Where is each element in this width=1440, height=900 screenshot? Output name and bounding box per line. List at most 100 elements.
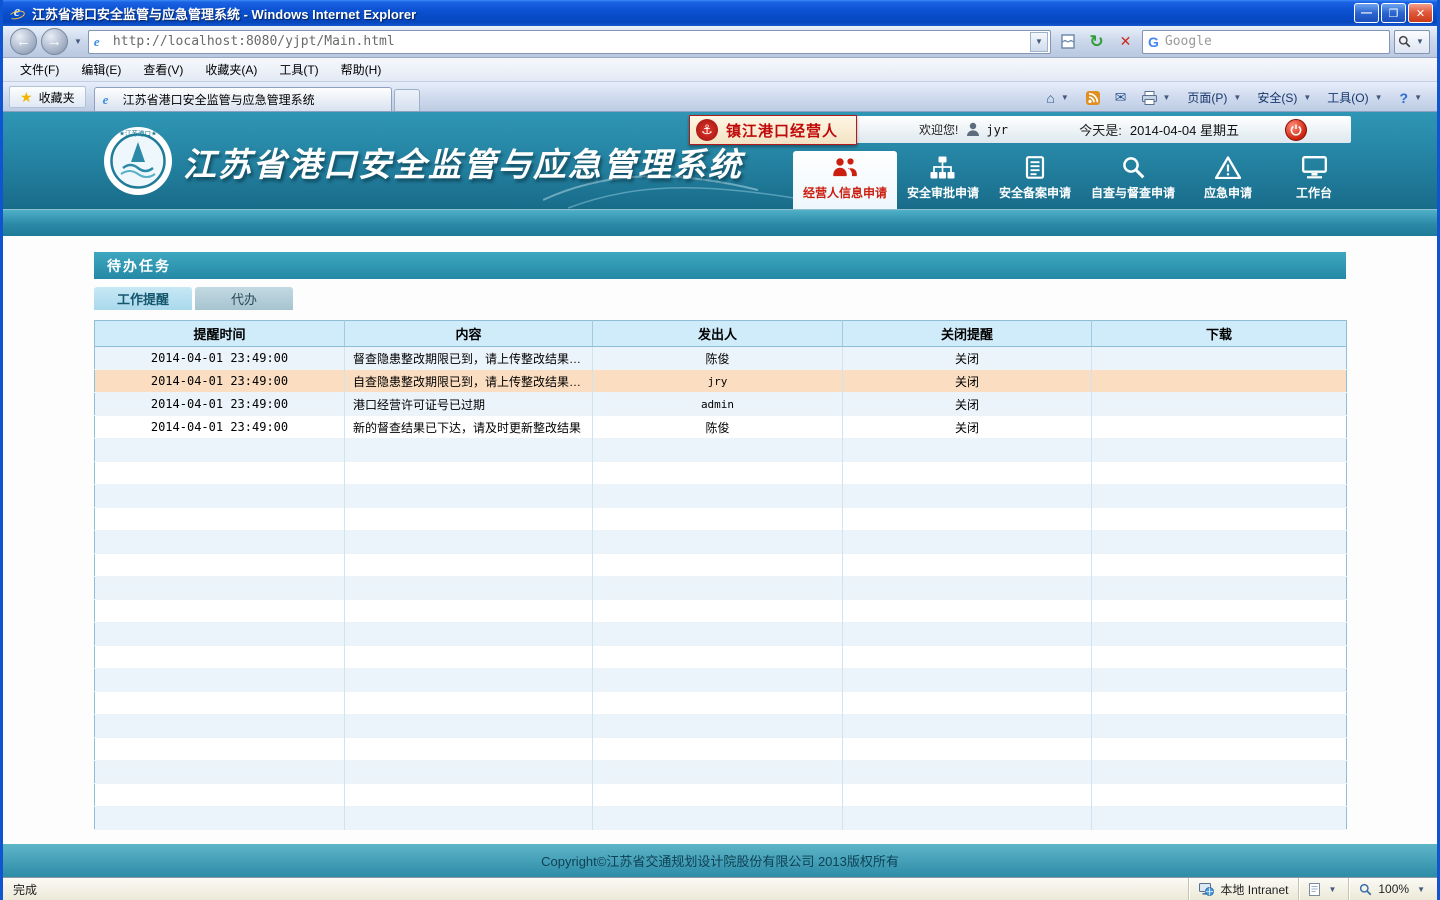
empty-cell: [843, 577, 1092, 600]
cell-content: 督查隐患整改期限已到，请上传整改结果…: [345, 347, 593, 370]
empty-cell: [95, 646, 345, 669]
close-reminder-link[interactable]: 关闭: [843, 370, 1092, 393]
menu-item[interactable]: 查看(V): [132, 58, 194, 81]
empty-cell: [345, 761, 593, 784]
search-input[interactable]: G Google: [1142, 30, 1390, 54]
table-header-cell: 内容: [345, 321, 593, 347]
maximize-button[interactable]: ❐: [1381, 3, 1406, 23]
close-reminder-link[interactable]: 关闭: [843, 347, 1092, 370]
reminder-table: 提醒时间内容发出人关闭提醒下载 2014-04-01 23:49:00督查隐患整…: [94, 320, 1347, 830]
panel-tab[interactable]: 代办: [195, 287, 293, 310]
empty-cell: [1092, 807, 1347, 830]
close-reminder-link[interactable]: 关闭: [843, 393, 1092, 416]
command-menu[interactable]: 工具(O)▼: [1320, 87, 1391, 108]
empty-cell: [95, 807, 345, 830]
command-menu[interactable]: 页面(P)▼: [1180, 87, 1250, 108]
tab-bar: ★ 收藏夹 e 江苏省港口安全监管与应急管理系统 ⌂ ▼ ✉ ▼ 页面(P)▼安…: [3, 82, 1437, 112]
favorites-button[interactable]: ★ 收藏夹: [9, 86, 86, 108]
nav-item-label: 自查与督查申请: [1091, 184, 1175, 201]
page-status-icon: [1309, 883, 1320, 896]
table-row-empty: [95, 738, 1347, 761]
menu-item[interactable]: 编辑(E): [70, 58, 132, 81]
empty-cell: [345, 646, 593, 669]
cell-download: [1092, 347, 1347, 370]
read-mail-button[interactable]: ✉: [1108, 87, 1134, 108]
nav-item[interactable]: 自查与督查申请: [1081, 151, 1185, 209]
date-label: 今天是:: [1079, 120, 1122, 139]
cell-content: 新的督查结果已下达，请及时更新整改结果: [345, 416, 593, 439]
nav-item-label: 经营人信息申请: [803, 184, 887, 201]
empty-cell: [345, 462, 593, 485]
nav-item[interactable]: 工作台: [1271, 151, 1357, 209]
empty-cell: [593, 439, 843, 462]
tab-active[interactable]: e 江苏省港口安全监管与应急管理系统: [94, 87, 392, 111]
empty-cell: [843, 508, 1092, 531]
menu-item[interactable]: 收藏夹(A): [194, 58, 268, 81]
nav-item[interactable]: 应急申请: [1185, 151, 1271, 209]
nav-item[interactable]: 安全备案申请: [989, 151, 1081, 209]
protected-mode-segment[interactable]: ▼: [1298, 878, 1348, 900]
panel-tab[interactable]: 工作提醒: [94, 287, 192, 310]
help-button[interactable]: ? ▼: [1393, 88, 1431, 108]
table-row[interactable]: 2014-04-01 23:49:00自查隐患整改期限已到，请上传整改结果…jr…: [95, 370, 1347, 393]
minimize-button[interactable]: —: [1354, 3, 1379, 23]
back-button[interactable]: ←: [10, 28, 37, 55]
feeds-button[interactable]: [1079, 89, 1107, 107]
stop-button[interactable]: ✕: [1113, 29, 1138, 54]
close-button[interactable]: ✕: [1408, 3, 1433, 23]
new-tab-button[interactable]: [394, 89, 420, 111]
cell-time: 2014-04-01 23:49:00: [95, 347, 345, 370]
cell-content: 自查隐患整改期限已到，请上传整改结果…: [345, 370, 593, 393]
address-input[interactable]: e http://localhost:8080/yjpt/Main.html ▼: [88, 30, 1051, 54]
empty-cell: [345, 692, 593, 715]
nav-item[interactable]: 安全审批申请: [897, 151, 989, 209]
table-row-empty: [95, 669, 1347, 692]
menu-item[interactable]: 工具(T): [268, 58, 329, 81]
search-dropdown-icon[interactable]: ▼: [1414, 37, 1426, 46]
cell-time: 2014-04-01 23:49:00: [95, 416, 345, 439]
table-header-row: 提醒时间内容发出人关闭提醒下载: [95, 321, 1347, 347]
zoom-icon: [1359, 883, 1372, 896]
empty-cell: [1092, 646, 1347, 669]
empty-cell: [1092, 738, 1347, 761]
table-row[interactable]: 2014-04-01 23:49:00督查隐患整改期限已到，请上传整改结果…陈俊…: [95, 347, 1347, 370]
favorites-label: 收藏夹: [39, 89, 75, 106]
address-url[interactable]: http://localhost:8080/yjpt/Main.html: [113, 34, 1025, 49]
empty-cell: [1092, 531, 1347, 554]
empty-cell: [1092, 554, 1347, 577]
anchor-icon: ⚓: [696, 119, 718, 141]
search-button[interactable]: ▼: [1394, 30, 1430, 54]
empty-cell: [593, 485, 843, 508]
page-content: 待办任务 工作提醒代办 提醒时间内容发出人关闭提醒下载 2014-04-01 2…: [3, 236, 1437, 844]
empty-cell: [95, 508, 345, 531]
zoom-control[interactable]: 100% ▼: [1348, 878, 1437, 900]
command-menu[interactable]: 安全(S)▼: [1250, 87, 1320, 108]
compatibility-view-icon[interactable]: [1055, 29, 1080, 54]
logout-button[interactable]: [1285, 119, 1307, 141]
nav-item-label: 应急申请: [1204, 184, 1252, 201]
refresh-button[interactable]: ↻: [1084, 29, 1109, 54]
empty-cell: [843, 554, 1092, 577]
history-dropdown-icon[interactable]: ▼: [72, 37, 84, 46]
empty-cell: [593, 531, 843, 554]
forward-button[interactable]: →: [41, 28, 68, 55]
menu-item[interactable]: 帮助(H): [330, 58, 393, 81]
cell-sender: admin: [593, 393, 843, 416]
cell-time: 2014-04-01 23:49:00: [95, 370, 345, 393]
rss-icon: [1086, 91, 1100, 105]
empty-cell: [345, 715, 593, 738]
table-row[interactable]: 2014-04-01 23:49:00港口经营许可证号已过期admin关闭: [95, 393, 1347, 416]
print-button[interactable]: ▼: [1135, 89, 1180, 107]
nav-item[interactable]: 经营人信息申请: [793, 151, 897, 209]
search-placeholder[interactable]: Google: [1165, 34, 1384, 49]
address-dropdown-icon[interactable]: ▼: [1030, 32, 1048, 52]
table-row[interactable]: 2014-04-01 23:49:00新的督查结果已下达，请及时更新整改结果陈俊…: [95, 416, 1347, 439]
menu-item[interactable]: 文件(F): [9, 58, 70, 81]
operator-banner: ⚓ 镇江港口经营人: [689, 115, 857, 145]
close-reminder-link[interactable]: 关闭: [843, 416, 1092, 439]
home-button[interactable]: ⌂ ▼: [1039, 88, 1077, 108]
main-nav: 经营人信息申请安全审批申请安全备案申请自查与督查申请 应急申请 工作台: [793, 151, 1357, 209]
empty-cell: [1092, 623, 1347, 646]
empty-cell: [1092, 577, 1347, 600]
empty-cell: [593, 646, 843, 669]
